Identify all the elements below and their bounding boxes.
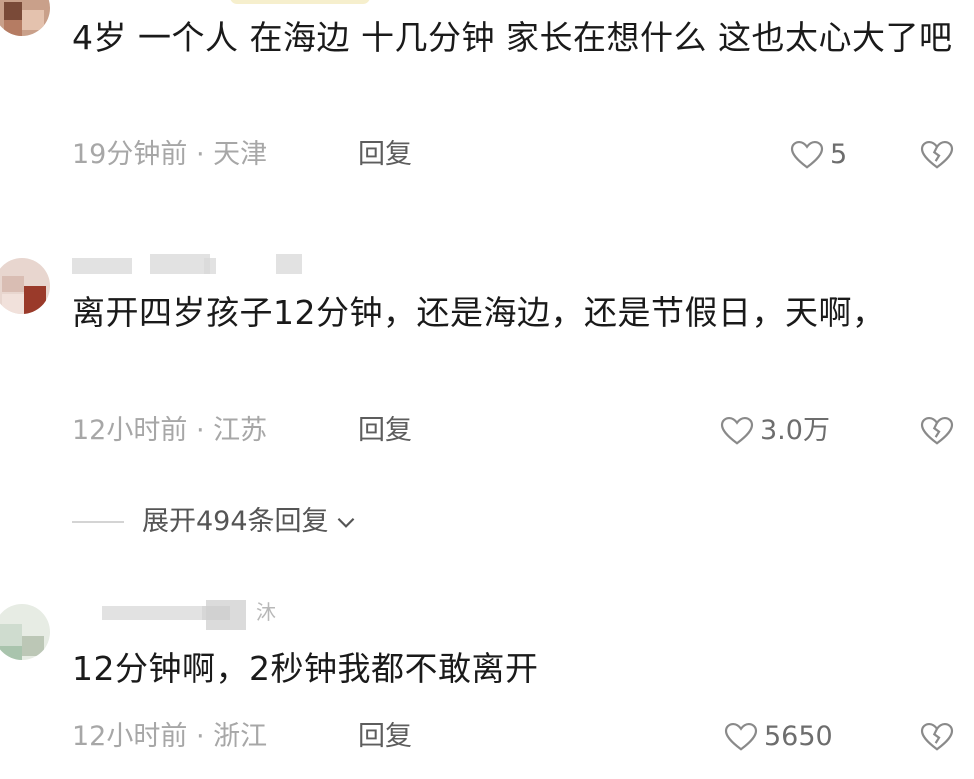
reply-button[interactable]: 回复 bbox=[358, 414, 412, 448]
like-button[interactable]: 3.0万 bbox=[720, 414, 830, 448]
comment-item: 离开四岁孩子12分钟，还是海边，还是节假日，天啊， 12小时前 · 江苏 回复 … bbox=[0, 240, 974, 480]
reply-button[interactable]: 回复 bbox=[358, 138, 412, 172]
username[interactable]: 沐 bbox=[72, 600, 372, 630]
expand-replies-label: 展开494条回复 bbox=[142, 506, 329, 537]
comment-meta: 12小时前 · 江苏 bbox=[72, 415, 268, 446]
comment-item: 4岁 一个人 在海边 十几分钟 家长在想什么 这也太心大了吧 19分钟前 · 天… bbox=[0, 0, 974, 200]
username-fragment: 沐 bbox=[256, 600, 276, 624]
comment-meta: 12小时前 · 浙江 bbox=[72, 721, 268, 752]
heart-outline-icon bbox=[724, 722, 758, 751]
broken-heart-icon bbox=[920, 416, 954, 445]
comment-item: 沐 12分钟啊，2秒钟我都不敢离开 12小时前 · 浙江 回复 5650 bbox=[0, 590, 974, 779]
heart-outline-icon bbox=[790, 140, 824, 169]
heart-outline-icon bbox=[720, 416, 754, 445]
broken-heart-icon bbox=[920, 140, 954, 169]
avatar[interactable] bbox=[0, 258, 50, 314]
avatar[interactable] bbox=[0, 604, 50, 660]
dislike-button[interactable] bbox=[920, 140, 954, 174]
username-highlight bbox=[230, 0, 370, 4]
comment-text: 离开四岁孩子12分钟，还是海边，还是节假日，天啊， bbox=[72, 293, 886, 332]
like-count: 5 bbox=[830, 139, 848, 170]
comment-text: 4岁 一个人 在海边 十几分钟 家长在想什么 这也太心大了吧 bbox=[72, 18, 953, 57]
dislike-button[interactable] bbox=[920, 416, 954, 450]
username[interactable] bbox=[72, 254, 372, 276]
like-button[interactable]: 5650 bbox=[724, 720, 833, 754]
comment-meta: 19分钟前 · 天津 bbox=[72, 139, 268, 170]
chevron-down-icon bbox=[337, 517, 354, 528]
broken-heart-icon bbox=[920, 722, 954, 751]
like-count: 5650 bbox=[764, 721, 833, 752]
expand-replies-button[interactable]: 展开494条回复 bbox=[72, 505, 359, 539]
reply-button[interactable]: 回复 bbox=[358, 720, 412, 754]
like-count: 3.0万 bbox=[760, 415, 830, 446]
like-button[interactable]: 5 bbox=[790, 138, 847, 172]
divider bbox=[72, 521, 124, 523]
avatar[interactable] bbox=[0, 0, 50, 36]
comment-text: 12分钟啊，2秒钟我都不敢离开 bbox=[72, 649, 539, 688]
dislike-button[interactable] bbox=[920, 722, 954, 756]
